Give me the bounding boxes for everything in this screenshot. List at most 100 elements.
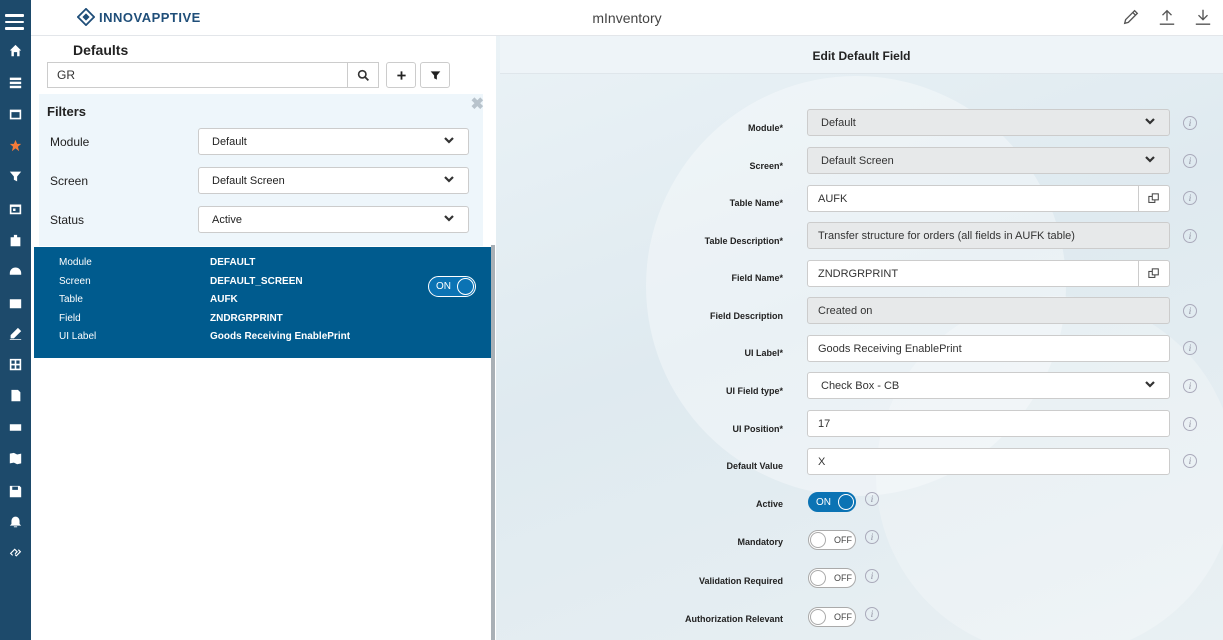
save-icon[interactable] <box>8 484 22 498</box>
filter-module-select[interactable]: Default <box>198 128 469 155</box>
info-icon[interactable]: i <box>1183 304 1197 318</box>
hamburger-menu-icon[interactable] <box>5 14 24 34</box>
grid-icon[interactable] <box>8 357 22 371</box>
edit-panel-title: Edit Default Field <box>812 49 911 63</box>
validation-required-toggle[interactable]: OFF <box>808 568 856 588</box>
field-description-value: Created on <box>818 304 873 317</box>
toggle-state: OFF <box>834 612 852 622</box>
card-module-value: DEFAULT <box>210 257 256 268</box>
chevron-down-icon <box>1144 115 1156 130</box>
copy-icon[interactable] <box>1138 261 1169 286</box>
info-icon[interactable]: i <box>1183 341 1197 355</box>
info-icon[interactable]: i <box>865 492 879 506</box>
authorization-relevant-toggle[interactable]: OFF <box>808 607 856 627</box>
edit-pencil-icon[interactable] <box>1121 7 1141 27</box>
filter-screen-value: Default Screen <box>212 174 285 187</box>
chevron-down-icon <box>1144 153 1156 168</box>
card-uilabel-label: UI Label <box>59 331 97 342</box>
ui-position-input[interactable]: 17 <box>807 410 1170 437</box>
filter-icon[interactable] <box>8 169 22 183</box>
field-name-value: ZNDRGRPRINT <box>818 267 899 280</box>
module-select[interactable]: Default <box>807 109 1170 136</box>
active-toggle[interactable]: ON <box>808 492 856 512</box>
map-icon[interactable] <box>8 451 22 465</box>
info-icon[interactable]: i <box>1183 191 1197 205</box>
link-icon[interactable] <box>8 545 22 559</box>
ui-field-type-value: Check Box - CB <box>821 379 900 392</box>
card-icon[interactable] <box>8 420 22 434</box>
info-icon[interactable]: i <box>865 530 879 544</box>
toggle-state: ON <box>816 497 831 508</box>
upload-icon[interactable] <box>1157 7 1177 27</box>
info-icon[interactable]: i <box>1183 454 1197 468</box>
copy-icon[interactable] <box>1138 186 1169 211</box>
table-name-input[interactable]: AUFK <box>807 185 1170 212</box>
star-icon[interactable] <box>8 138 22 152</box>
defaults-panel: Defaults GR Filters ✖ Module Default Scr… <box>31 36 496 640</box>
info-icon[interactable]: i <box>1183 417 1197 431</box>
home-icon[interactable] <box>8 43 22 57</box>
card-screen-label: Screen <box>59 276 91 287</box>
close-icon[interactable]: ✖ <box>471 94 484 114</box>
card-screen-value: DEFAULT_SCREEN <box>210 276 303 287</box>
screen-select[interactable]: Default Screen <box>807 147 1170 174</box>
filter-status-select[interactable]: Active <box>198 206 469 233</box>
field-description-field: Created on <box>807 297 1170 324</box>
panel-resize-handle[interactable] <box>491 245 495 640</box>
default-value-label: Default Value <box>726 461 783 471</box>
calendar-icon[interactable] <box>8 201 22 215</box>
toggle-knob <box>838 494 854 510</box>
ui-position-label: UI Position* <box>732 424 783 434</box>
puzzle-icon[interactable] <box>8 233 22 247</box>
gauge-icon[interactable] <box>8 264 22 278</box>
filter-module-label: Module <box>50 135 90 149</box>
search-input[interactable]: GR <box>47 62 348 88</box>
toggle-knob <box>810 570 826 586</box>
document-icon[interactable] <box>8 388 22 402</box>
info-icon[interactable]: i <box>1183 229 1197 243</box>
filter-screen-label: Screen <box>50 174 89 188</box>
info-icon[interactable]: i <box>865 569 879 583</box>
alarm-icon[interactable] <box>8 514 22 528</box>
list-item[interactable]: Module DEFAULT Screen DEFAULT_SCREEN Tab… <box>34 247 492 358</box>
list-icon[interactable] <box>8 75 22 89</box>
side-rail <box>0 0 31 640</box>
card-active-toggle[interactable]: ON <box>428 276 476 297</box>
ui-label-input[interactable]: Goods Receiving EnablePrint <box>807 335 1170 362</box>
funnel-icon <box>430 70 440 80</box>
search-button[interactable] <box>347 62 379 88</box>
window-icon[interactable] <box>8 107 22 121</box>
info-icon[interactable]: i <box>1183 154 1197 168</box>
ui-position-value: 17 <box>818 417 831 430</box>
toggle-knob <box>810 609 826 625</box>
screen-label: Screen* <box>749 161 783 171</box>
card-table-label: Table <box>59 294 83 305</box>
filters-title: Filters <box>47 104 87 119</box>
module-label: Module* <box>748 123 783 133</box>
edit-icon[interactable] <box>8 326 22 340</box>
authorization-relevant-label: Authorization Relevant <box>684 614 783 624</box>
add-button[interactable] <box>386 62 416 88</box>
table-description-field: Transfer structure for orders (all field… <box>807 222 1170 249</box>
table-name-label: Table Name* <box>729 198 783 208</box>
top-header: INNOVAPPTIVE mInventory <box>31 0 1223 36</box>
filter-module-value: Default <box>212 135 247 148</box>
default-value-input[interactable]: X <box>807 448 1170 475</box>
toggle-state: ON <box>436 281 451 292</box>
info-icon[interactable]: i <box>865 607 879 621</box>
validation-required-label: Validation Required <box>698 576 783 586</box>
filter-screen-select[interactable]: Default Screen <box>198 167 469 194</box>
info-icon[interactable]: i <box>1183 379 1197 393</box>
ui-field-type-select[interactable]: Check Box - CB <box>807 372 1170 399</box>
ui-label-label: UI Label* <box>744 348 783 358</box>
mandatory-toggle[interactable]: OFF <box>808 530 856 550</box>
card-table-value: AUFK <box>210 294 238 305</box>
table-description-label: Table Description* <box>704 236 783 246</box>
plus-icon <box>396 70 406 80</box>
download-icon[interactable] <box>1193 7 1213 27</box>
info-icon[interactable]: i <box>1183 116 1197 130</box>
edit-panel: Edit Default Field Module* Default i Scr… <box>496 36 1223 640</box>
box-icon[interactable] <box>8 295 22 309</box>
filter-button[interactable] <box>420 62 450 88</box>
field-name-input[interactable]: ZNDRGRPRINT <box>807 260 1170 287</box>
